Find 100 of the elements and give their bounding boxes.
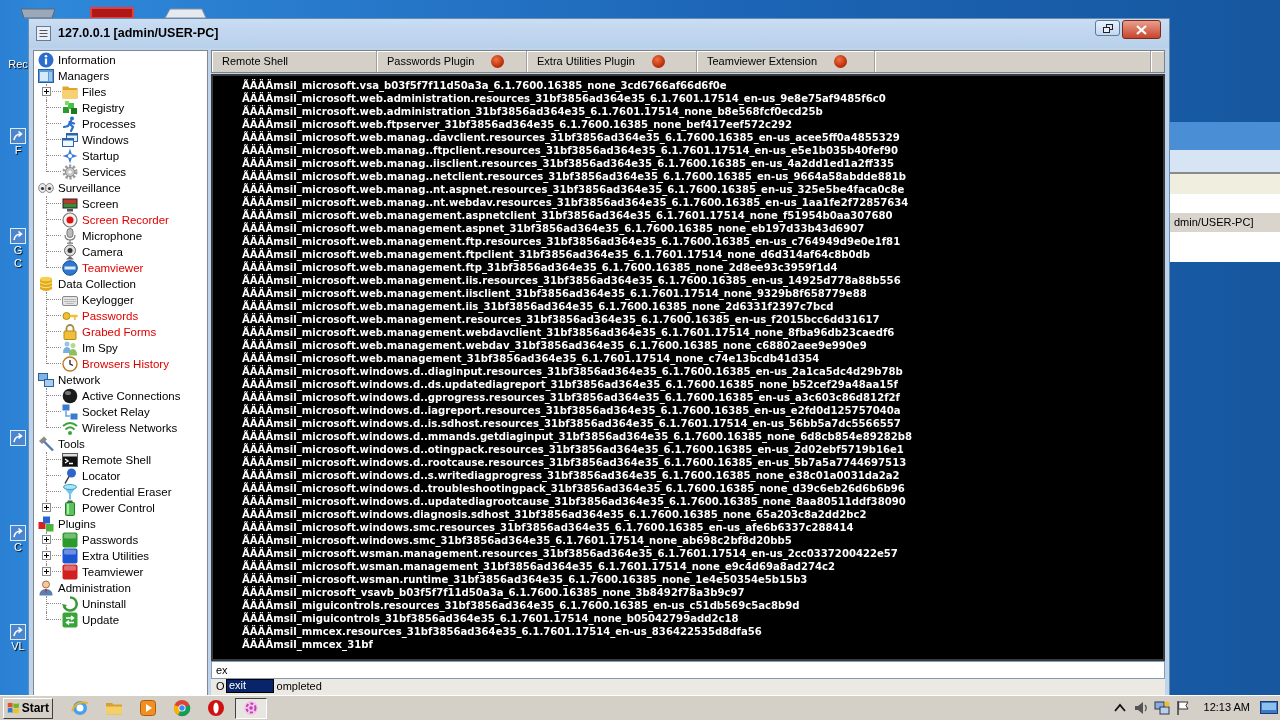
tree-item[interactable]: Passwords: [82, 309, 139, 323]
tree-item[interactable]: Screen Recorder: [82, 213, 169, 227]
tree-item[interactable]: Remote Shell: [82, 453, 152, 467]
desktop-icon-label[interactable]: F: [14, 144, 22, 157]
tab[interactable]: Remote Shell: [212, 51, 377, 72]
expand-icon[interactable]: [42, 87, 51, 96]
start-button[interactable]: Start: [3, 697, 53, 719]
output-line: ÃÄÄÄmsil_microsoft.windows.d..troubleshootingpack_31bf3856ad364e35_6.1.7600.16385_none_d39c6eb26d6b6b96: [242, 482, 905, 495]
gear-icon: [62, 164, 78, 180]
computers-icon: [38, 372, 54, 388]
shortcut-icon[interactable]: [10, 624, 26, 640]
flower-icon: [243, 700, 259, 716]
wifi-icon: [62, 420, 78, 436]
suggestion-item[interactable]: exit: [227, 680, 273, 692]
output-line: ÃÄÄÄmsil_microsoft.web.management.ftpclient_31bf3856ad364e35_6.1.7601.17514_none_d6d314af64c8b0db: [242, 248, 870, 261]
tree-item[interactable]: Registry: [82, 101, 125, 115]
tree-item[interactable]: Managers: [58, 69, 110, 83]
output-line: ÃÄÄÄmsil_microsoft.wsman.management.resources_31bf3856ad364e35_6.1.7601.17514_en-us_2cc0337200422e57: [242, 547, 899, 560]
output-line: ÃÄÄÄmsil_microsoft.web.management.webdav_31bf3856ad364e35_6.1.7600.16385_none_c68802aee9e990e9: [242, 339, 867, 352]
eyes-icon: [38, 180, 54, 196]
shortcut-icon[interactable]: [10, 525, 26, 541]
play-icon[interactable]: [139, 699, 157, 717]
tab[interactable]: Passwords Plugin: [377, 51, 527, 72]
people-icon: [62, 340, 78, 356]
tree-item[interactable]: Administration: [58, 581, 131, 595]
tab[interactable]: Teamviewer Extension: [697, 51, 875, 72]
tree-item[interactable]: Keylogger: [82, 293, 134, 307]
tree-item[interactable]: Update: [82, 613, 120, 627]
output-line: ÃÄÄÄmsil_mmcex.resources_31bf3856ad364e35_6.1.7601.17514_en-us_836422535d8dfa56: [242, 625, 763, 638]
command-input[interactable]: ex: [211, 661, 1165, 679]
tree-item[interactable]: Wireless Networks: [82, 421, 178, 435]
expand-icon[interactable]: [42, 535, 51, 544]
taskbar-button[interactable]: [235, 697, 267, 719]
output-line: ÃÄÄÄmsil_microsoft_vsavb_b03f5f7f11d50a3a_6.1.7600.16385_none_3b8492f78a3b9c97: [242, 586, 745, 599]
shortcut-icon[interactable]: [10, 430, 26, 446]
tree-item[interactable]: Startup: [82, 149, 120, 163]
output-line: ÃÄÄÄmsil_microsoft.windows.d..diaginput.resources_31bf3856ad364e35_6.1.7600.16385_en-us_2a1ca5dc4d29b78b: [242, 365, 904, 378]
output-line: ÃÄÄÄmsil_microsoft.web.management_31bf3856ad364e35_6.1.7601.17514_none_c74e13bcdb41d354: [242, 352, 820, 365]
speaker-icon[interactable]: [1132, 700, 1149, 716]
output-line: ÃÄÄÄmsil_microsoft.web.manag..nt.webdav.resources_31bf3856ad364e35_6.1.7600.16385_en-us_1aa1fe2f72857634: [242, 196, 910, 209]
network-icon[interactable]: [1153, 700, 1170, 716]
tree-item[interactable]: Grabed Forms: [82, 325, 157, 339]
desktop-icon-label[interactable]: C: [14, 541, 22, 554]
tab[interactable]: Extra Utilities Plugin: [527, 51, 697, 72]
tree-item[interactable]: Extra Utilities: [82, 549, 150, 563]
menu-icon[interactable]: [36, 26, 51, 41]
tree-item[interactable]: Surveillance: [58, 181, 121, 195]
tree-item[interactable]: Plugins: [58, 517, 96, 531]
tree-item[interactable]: Credential Eraser: [82, 485, 172, 499]
sphere-icon: [62, 388, 78, 404]
desktop-icon-label[interactable]: G C: [13, 244, 23, 270]
expand-icon[interactable]: [42, 551, 51, 560]
tree-item[interactable]: Tools: [58, 437, 85, 451]
round-logo-icon[interactable]: [173, 699, 191, 717]
tree-item[interactable]: Screen: [82, 197, 119, 211]
close-button[interactable]: [1122, 20, 1161, 39]
tree-item[interactable]: Windows: [82, 133, 129, 147]
desktop-icon-label[interactable]: VL: [11, 640, 25, 653]
screen-icon: [62, 196, 78, 212]
tree-item[interactable]: Network: [58, 373, 101, 387]
tree-item[interactable]: Files: [82, 85, 107, 99]
globe-icon[interactable]: [71, 699, 89, 717]
output-line: ÃÄÄÄmsil_microsoft.windows.d..gprogress.resources_31bf3856ad364e35_6.1.7600.16385_en-us_a3c603c86d812f2f: [242, 391, 901, 404]
output-line: ÃÄÄÄmsil_microsoft.windows.d..otingpack.resources_31bf3856ad364e35_6.1.7600.16385_en-us_2d02ebf5719b16e1: [242, 443, 904, 456]
tree-item[interactable]: Active Connections: [82, 389, 181, 403]
show-desktop-button[interactable]: [1260, 699, 1278, 717]
output-line: ÃÄÄÄmsil_microsoft.web.manag..davclient.resources_31bf3856ad364e35_6.1.7600.16385_en-us_acee5ff0a4855329: [242, 131, 901, 144]
flag-icon[interactable]: [1174, 700, 1191, 716]
expand-icon[interactable]: [42, 567, 51, 576]
desktop-icon-label[interactable]: Rec: [8, 58, 28, 71]
linked-computers-icon: [62, 404, 78, 420]
tree-item[interactable]: Camera: [82, 245, 123, 259]
round-badge-icon: [62, 260, 78, 276]
tree-item[interactable]: Services: [82, 165, 127, 179]
ring-icon[interactable]: [207, 699, 225, 717]
window-text: dmin/USER-PC]: [1170, 213, 1280, 232]
restore-button[interactable]: [1095, 20, 1120, 36]
clock-text[interactable]: 12:13 AM: [1203, 701, 1250, 715]
tree-item[interactable]: Uninstall: [82, 597, 127, 611]
expand-icon[interactable]: [42, 503, 51, 512]
tree-item[interactable]: Data Collection: [58, 277, 136, 291]
tree-item[interactable]: Teamviewer: [82, 261, 144, 275]
tree-item[interactable]: Im Spy: [82, 341, 118, 355]
tree-item[interactable]: Information: [58, 53, 116, 67]
output-line: ÃÄÄÄmsil_microsoft.web.management.aspnetclient_31bf3856ad364e35_6.1.7601.17514_none_f51954b0aa307680: [242, 209, 893, 222]
close-icon: [1136, 24, 1147, 35]
tree-item[interactable]: Microphone: [82, 229, 143, 243]
tree-item[interactable]: Locator: [82, 469, 121, 483]
tree-item[interactable]: Socket Relay: [82, 405, 150, 419]
battery-icon: [62, 500, 78, 516]
tree-item[interactable]: Power Control: [82, 501, 155, 515]
shortcut-icon[interactable]: [10, 228, 26, 244]
hammer-icon: [38, 436, 54, 452]
tree-item[interactable]: Passwords: [82, 533, 139, 547]
tree-item[interactable]: Browsers History: [82, 357, 169, 371]
output-line: ÃÄÄÄmsil_microsoft.windows.d..ds.updatediagreport_31bf3856ad364e35_6.1.7600.16385_none_b52cef29a48aa15f: [242, 378, 898, 391]
tree-item[interactable]: Processes: [82, 117, 136, 131]
circular-arrows-icon: [62, 596, 78, 612]
shortcut-icon[interactable]: [10, 128, 26, 144]
tree-item[interactable]: Teamviewer: [82, 565, 144, 579]
